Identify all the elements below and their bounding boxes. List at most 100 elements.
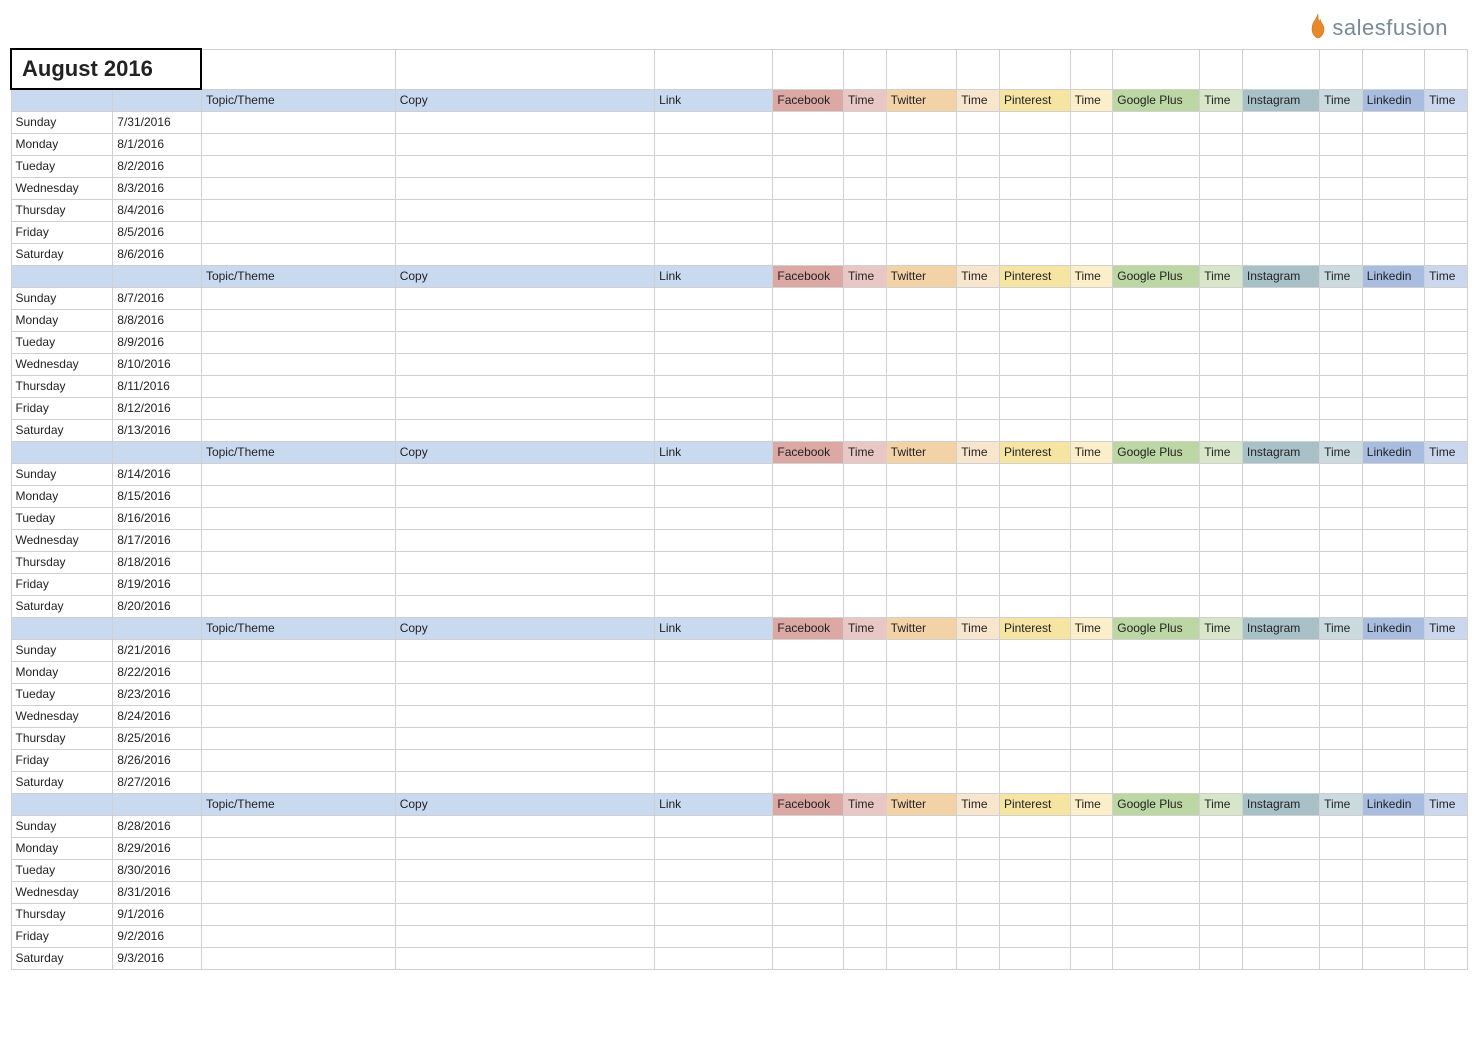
cell[interactable] [1070,221,1113,243]
cell[interactable] [1113,551,1200,573]
cell[interactable] [655,705,773,727]
cell[interactable] [1320,309,1363,331]
cell[interactable] [1425,705,1468,727]
cell[interactable] [844,573,887,595]
cell[interactable] [1070,287,1113,309]
cell[interactable] [886,727,957,749]
cell[interactable] [395,177,654,199]
cell[interactable] [1070,551,1113,573]
cell[interactable] [1242,529,1319,551]
cell[interactable] [957,947,1000,969]
cell[interactable] [395,353,654,375]
cell[interactable] [1200,375,1243,397]
cell[interactable] [1113,133,1200,155]
cell[interactable] [1425,639,1468,661]
cell[interactable] [999,353,1070,375]
cell[interactable] [999,683,1070,705]
cell[interactable] [957,749,1000,771]
cell[interactable] [201,705,395,727]
cell[interactable] [773,287,844,309]
cell[interactable] [1425,529,1468,551]
cell[interactable] [655,463,773,485]
cell[interactable] [1200,155,1243,177]
cell[interactable] [844,221,887,243]
cell[interactable] [1320,859,1363,881]
cell[interactable] [844,419,887,441]
cell[interactable] [1425,595,1468,617]
cell[interactable] [1070,419,1113,441]
cell[interactable] [1200,661,1243,683]
cell[interactable] [1362,133,1424,155]
cell[interactable] [1070,397,1113,419]
cell[interactable] [1200,177,1243,199]
cell[interactable] [957,133,1000,155]
cell[interactable] [1425,199,1468,221]
cell[interactable] [1320,925,1363,947]
cell[interactable] [201,155,395,177]
cell[interactable] [1070,155,1113,177]
cell[interactable] [1320,353,1363,375]
cell[interactable] [886,287,957,309]
cell[interactable] [655,771,773,793]
cell[interactable] [395,221,654,243]
cell[interactable] [1425,155,1468,177]
cell[interactable] [886,661,957,683]
cell[interactable] [201,639,395,661]
cell[interactable] [773,573,844,595]
cell[interactable] [1425,727,1468,749]
cell[interactable] [1113,375,1200,397]
cell[interactable] [886,881,957,903]
cell[interactable] [1070,837,1113,859]
cell[interactable] [1362,705,1424,727]
cell[interactable] [655,353,773,375]
cell[interactable] [201,573,395,595]
cell[interactable] [1200,287,1243,309]
cell[interactable] [1362,947,1424,969]
cell[interactable] [1113,815,1200,837]
cell[interactable] [1113,221,1200,243]
cell[interactable] [957,683,1000,705]
cell[interactable] [1070,111,1113,133]
cell[interactable] [1320,419,1363,441]
cell[interactable] [655,925,773,947]
cell[interactable] [886,221,957,243]
cell[interactable] [773,771,844,793]
cell[interactable] [1242,881,1319,903]
cell[interactable] [999,309,1070,331]
cell[interactable] [957,485,1000,507]
cell[interactable] [1200,243,1243,265]
cell[interactable] [201,397,395,419]
cell[interactable] [395,639,654,661]
cell[interactable] [957,837,1000,859]
cell[interactable] [1242,859,1319,881]
cell[interactable] [886,331,957,353]
cell[interactable] [1200,749,1243,771]
cell[interactable] [1425,683,1468,705]
cell[interactable] [957,287,1000,309]
cell[interactable] [999,837,1070,859]
cell[interactable] [1113,397,1200,419]
cell[interactable] [1242,177,1319,199]
cell[interactable] [395,925,654,947]
cell[interactable] [999,287,1070,309]
cell[interactable] [1200,771,1243,793]
cell[interactable] [201,529,395,551]
cell[interactable] [1200,595,1243,617]
cell[interactable] [1362,925,1424,947]
cell[interactable] [957,573,1000,595]
cell[interactable] [1320,111,1363,133]
cell[interactable] [1200,199,1243,221]
cell[interactable] [844,837,887,859]
cell[interactable] [201,309,395,331]
cell[interactable] [201,771,395,793]
cell[interactable] [1242,331,1319,353]
cell[interactable] [1242,947,1319,969]
cell[interactable] [1070,463,1113,485]
cell[interactable] [773,243,844,265]
cell[interactable] [1113,419,1200,441]
cell[interactable] [1362,837,1424,859]
cell[interactable] [1200,529,1243,551]
cell[interactable] [1200,903,1243,925]
cell[interactable] [844,639,887,661]
cell[interactable] [886,683,957,705]
